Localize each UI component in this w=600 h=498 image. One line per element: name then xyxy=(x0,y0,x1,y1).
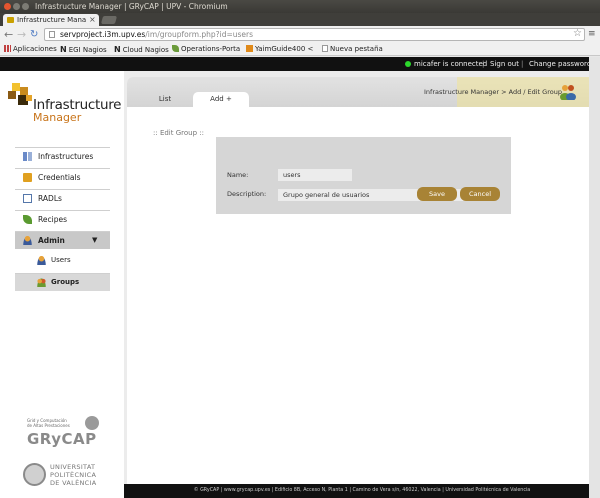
name-label: Name: xyxy=(227,171,249,179)
browser-menu-icon[interactable]: ≡ xyxy=(588,29,596,40)
nagios-icon: N xyxy=(114,45,121,54)
browser-tab[interactable]: Infrastructure Mana × xyxy=(3,14,99,26)
breadcrumb: Infrastructure Manager > Add / Edit Grou… xyxy=(424,88,562,96)
reload-icon[interactable]: ↻ xyxy=(30,28,38,41)
tab-strip: Infrastructure Mana × xyxy=(0,13,600,26)
upv-logo: UNIVERSITAT POLITÈCNICA DE VALÈNCIA xyxy=(23,461,123,495)
bookmark-item[interactable]: YaimGuide400 < xyxy=(246,44,313,55)
name-field[interactable] xyxy=(278,169,352,181)
section-title: :: Edit Group :: xyxy=(153,129,204,137)
sidebar-item-admin[interactable]: Admin ▼ xyxy=(15,231,110,249)
sidebar-item-recipes[interactable]: Recipes xyxy=(15,210,110,228)
page-icon xyxy=(322,45,328,52)
page-icon xyxy=(49,31,55,38)
tab-close-icon[interactable]: × xyxy=(89,14,96,25)
forward-arrow-icon[interactable]: → xyxy=(17,28,26,41)
im-logo-icon xyxy=(8,83,34,107)
url-text[interactable]: servproject.i3m.upv.es/im/groupform.php?… xyxy=(60,29,253,40)
sign-out-link[interactable]: Sign out xyxy=(490,58,519,70)
connected-status-icon xyxy=(405,61,411,67)
logo-subtitle: Manager xyxy=(33,111,82,124)
window-close-icon[interactable] xyxy=(4,3,11,10)
grycap-logo: Grid y Computación de Altas Prestaciones… xyxy=(27,416,107,456)
apps-grid-icon xyxy=(4,45,11,52)
users-group-icon xyxy=(560,85,576,100)
globe-icon xyxy=(85,416,99,430)
nagios-icon: N xyxy=(60,45,67,54)
browser-toolbar: ← → ↻ servproject.i3m.upv.es/im/groupfor… xyxy=(0,26,600,43)
bookmark-item[interactable]: Operations-Porta xyxy=(172,44,240,55)
bookmarks-bar: Aplicaciones N EGI Nagios N Cloud Nagios O… xyxy=(0,43,600,56)
save-button[interactable]: Save xyxy=(417,187,457,201)
sidebar-item-radls[interactable]: RADLs xyxy=(15,189,110,207)
sidebar: Infrastructure Manager Infrastructures C… xyxy=(0,71,124,498)
tab-title: Infrastructure Mana xyxy=(17,16,87,24)
sidebar-item-credentials[interactable]: Credentials xyxy=(15,168,110,186)
address-bar[interactable]: servproject.i3m.upv.es/im/groupform.php?… xyxy=(44,28,585,41)
content-header: List Add + Infrastructure Manager > Add … xyxy=(127,77,600,107)
page-scrollbar[interactable] xyxy=(589,57,600,498)
edit-group-form: Name: Description: xyxy=(216,137,511,214)
upv-seal-icon xyxy=(23,463,46,486)
bookmark-star-icon[interactable]: ☆ xyxy=(573,28,582,40)
footer-text: © GRyCAP | www.grycap.upv.es | Edificio … xyxy=(193,488,531,493)
document-icon xyxy=(23,194,32,203)
yaim-icon xyxy=(246,45,253,52)
cancel-button[interactable]: Cancel xyxy=(460,187,500,201)
user-icon xyxy=(37,256,46,265)
bookmark-item[interactable]: N Cloud Nagios xyxy=(114,44,169,56)
sidebar-item-infrastructures[interactable]: Infrastructures xyxy=(15,147,110,165)
change-password-link[interactable]: Change password xyxy=(529,58,591,70)
grycap-favicon-icon xyxy=(7,17,14,23)
chevron-down-icon[interactable]: ▼ xyxy=(92,235,97,246)
tab-add[interactable]: Add + xyxy=(193,92,249,107)
folder-icon xyxy=(23,173,32,182)
tab-list[interactable]: List xyxy=(147,92,183,107)
user-topbar: micafer is connected | Sign out | Change… xyxy=(0,57,600,71)
operations-leaf-icon xyxy=(172,45,179,52)
infrastructure-icon xyxy=(23,152,32,161)
window-title: Infrastructure Manager | GRyCAP | UPV - … xyxy=(35,2,228,11)
bookmark-item[interactable]: N EGI Nagios xyxy=(60,44,107,56)
sidebar-item-groups[interactable]: Groups xyxy=(15,273,110,291)
window-titlebar: Infrastructure Manager | GRyCAP | UPV - … xyxy=(0,0,600,13)
web-page: micafer is connected | Sign out | Change… xyxy=(0,57,600,498)
window-minimize-icon[interactable] xyxy=(13,3,20,10)
recipe-leaf-icon xyxy=(23,215,32,224)
logo-title: Infrastructure xyxy=(33,97,122,113)
sidebar-item-users[interactable]: Users xyxy=(15,252,110,270)
back-arrow-icon[interactable]: ← xyxy=(4,28,13,41)
bookmark-item[interactable]: Nueva pestaña xyxy=(322,44,383,55)
description-label: Description: xyxy=(227,190,267,198)
admin-user-icon xyxy=(23,236,32,245)
new-tab-button[interactable] xyxy=(100,16,118,24)
separator: | xyxy=(521,60,524,68)
window-maximize-icon[interactable] xyxy=(22,3,29,10)
connected-user-text: micafer is connected xyxy=(414,60,488,68)
page-footer: © GRyCAP | www.grycap.upv.es | Edificio … xyxy=(124,484,600,498)
bookmark-item[interactable]: Aplicaciones xyxy=(4,44,57,55)
main-content: List Add + Infrastructure Manager > Add … xyxy=(127,77,600,484)
group-icon xyxy=(37,278,46,287)
separator: | xyxy=(482,60,485,68)
